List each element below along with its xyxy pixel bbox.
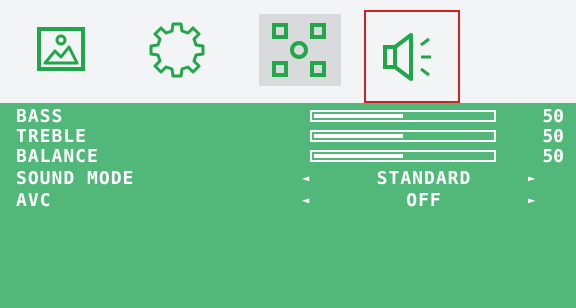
balance-label: BALANCE — [16, 146, 99, 167]
tab-options[interactable] — [259, 14, 341, 86]
bass-label: BASS — [16, 106, 64, 127]
sound-mode-next-arrow-icon[interactable]: ► — [528, 169, 535, 188]
treble-slider-fill — [314, 134, 403, 138]
tab-setup[interactable] — [138, 14, 216, 86]
bass-value: 50 — [542, 106, 564, 127]
menu-tab-bar — [0, 0, 576, 103]
avc-value: OFF — [406, 190, 442, 211]
balance-slider[interactable] — [310, 150, 496, 162]
treble-value: 50 — [542, 126, 564, 147]
sound-mode-row[interactable]: SOUND MODE ◄ STANDARD ► — [0, 169, 576, 188]
sound-mode-prev-arrow-icon[interactable]: ◄ — [302, 169, 309, 188]
avc-label: AVC — [16, 190, 52, 211]
bass-row[interactable]: BASS 50 — [0, 107, 576, 126]
sound-settings-panel: BASS 50 TREBLE 50 BALANCE 50 SOUND MODE … — [0, 103, 576, 308]
balance-slider-fill — [314, 154, 403, 158]
avc-next-arrow-icon[interactable]: ► — [528, 191, 535, 210]
picture-icon — [37, 27, 85, 71]
avc-prev-arrow-icon[interactable]: ◄ — [302, 191, 309, 210]
speaker-icon — [383, 32, 431, 81]
sound-mode-label: SOUND MODE — [16, 168, 135, 189]
sound-mode-value: STANDARD — [376, 168, 472, 189]
tab-picture[interactable] — [22, 14, 100, 86]
avc-row[interactable]: AVC ◄ OFF ► — [0, 191, 576, 210]
treble-slider[interactable] — [310, 130, 496, 142]
tab-sound[interactable] — [364, 10, 460, 103]
nodes-icon — [272, 23, 326, 77]
treble-row[interactable]: TREBLE 50 — [0, 127, 576, 146]
treble-label: TREBLE — [16, 126, 88, 147]
bass-slider[interactable] — [310, 110, 496, 122]
gear-icon — [149, 22, 205, 78]
balance-row[interactable]: BALANCE 50 — [0, 147, 576, 166]
bass-slider-fill — [314, 114, 403, 118]
balance-value: 50 — [542, 146, 564, 167]
